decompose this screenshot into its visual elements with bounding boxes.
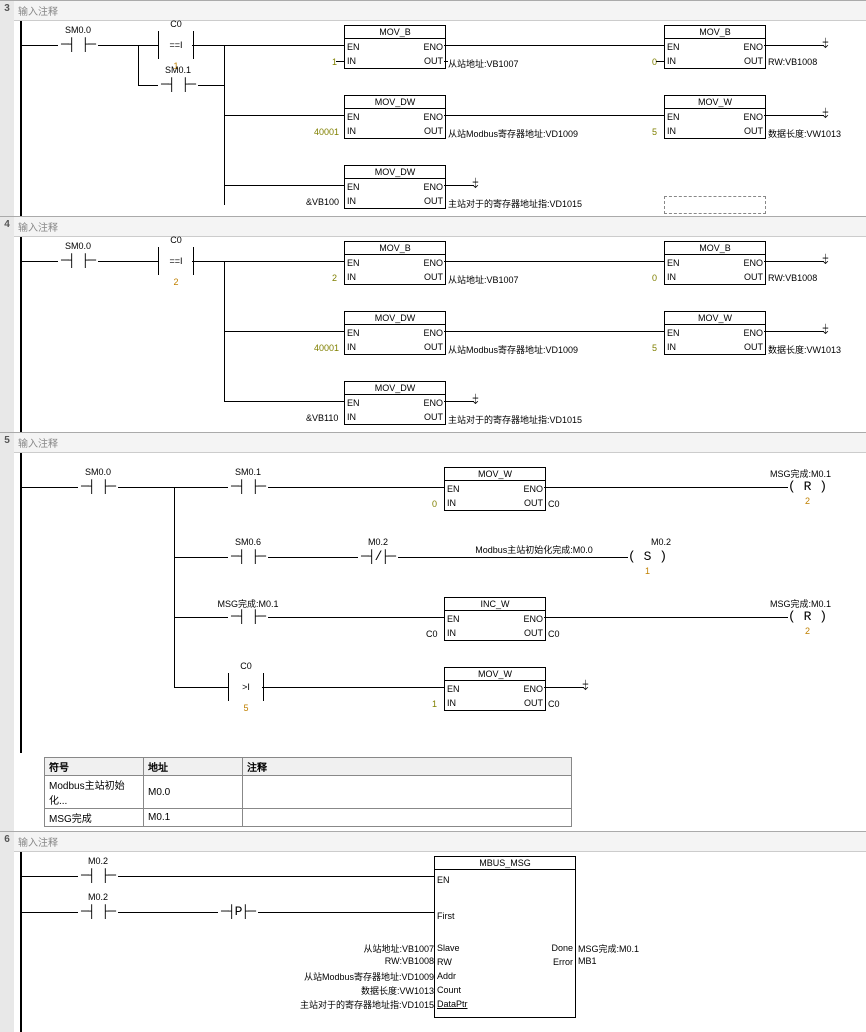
terminator-icon: ⤈ [472,176,478,192]
fbox-mov-b-2b[interactable]: MOV_B EN ENO IN OUT [664,241,766,285]
contact-sm06[interactable]: SM0.6 ─┤ ├─ [228,549,268,567]
network-comment[interactable]: 输入注释 [14,217,866,237]
network-number: 3 [0,1,14,216]
contact-m02-nc[interactable]: M0.2 ─┤/├─ [358,549,398,567]
network-number: 4 [0,217,14,432]
network-comment[interactable]: 输入注释 [14,433,866,453]
fbox-mov-dw-2c[interactable]: MOV_DW EN ENO IN OUT [344,381,446,425]
fbox-mov-b-1a[interactable]: MOV_B EN ENO IN OUT [344,25,446,69]
fbox-mov-w-2b[interactable]: MOV_W EN ENO IN OUT [664,311,766,355]
table-row: MSG完成 M0.1 [45,809,572,827]
contact-msg-done[interactable]: MSG完成:M0.1 ─┤ ├─ [228,609,268,627]
fbox-mov-w-5a[interactable]: MOV_W EN ENO IN OUT [444,467,546,511]
terminator-icon: ⤈ [822,106,828,122]
network-comment[interactable]: 输入注释 [14,832,866,852]
contact-m02-b[interactable]: M0.2 ─┤ ├─ [78,904,118,922]
terminator-icon: ⤈ [822,36,828,52]
symbol-table: 符号 地址 注释 Modbus主站初始化... M0.0 MSG完成 M0.1 [44,757,572,827]
fbox-mov-w-1b[interactable]: MOV_W EN ENO IN OUT [664,95,766,139]
contact-sm01[interactable]: SM0.1 ─┤ ├─ [228,479,268,497]
contact-sm01[interactable]: SM0.1 ─┤ ├─ [158,77,198,95]
network-3: 3 输入注释 SM0.0 ─┤ ├─ C0 ==I 1 SM0.1 [0,0,866,216]
network-5: 5 输入注释 SM0.0 ─┤ ├─ SM0.1 ─┤ ├─ MOV_W EN … [0,432,866,831]
contact-sm00[interactable]: SM0.0 ─┤ ├─ [58,37,98,55]
compare-c0-eq-2[interactable]: C0 ==I 2 [158,247,194,275]
coil-set-m02[interactable]: M0.2 ( S ) 1 [628,549,667,564]
fbox-mov-dw-1a[interactable]: MOV_DW EN ENO IN OUT [344,95,446,139]
compare-c0-gt-5[interactable]: C0 >I 5 [228,673,264,701]
contact-sm00[interactable]: SM0.0 ─┤ ├─ [58,253,98,271]
terminator-icon: ⤈ [472,392,478,408]
table-row: Modbus主站初始化... M0.0 [45,776,572,809]
network-6: 6 输入注释 M0.2 ─┤ ├─ M0.2 ─┤ ├─ ─┤P├─ [0,831,866,1032]
placeholder-box [664,196,766,214]
fbox-mov-dw-2a[interactable]: MOV_DW EN ENO IN OUT [344,311,446,355]
compare-c0-eq-1[interactable]: C0 ==I 1 [158,31,194,59]
network-4: 4 输入注释 SM0.0 ─┤ ├─ C0 ==I 2 MOV_B EN ENO [0,216,866,432]
fbox-mov-b-1b[interactable]: MOV_B EN ENO IN OUT [664,25,766,69]
terminator-icon: ⤈ [822,252,828,268]
fbox-mov-w-5b[interactable]: MOV_W EN ENO IN OUT [444,667,546,711]
contact-m02-a[interactable]: M0.2 ─┤ ├─ [78,868,118,886]
fbox-mov-b-2a[interactable]: MOV_B EN ENO IN OUT [344,241,446,285]
network-comment[interactable]: 输入注释 [14,1,866,21]
terminator-icon: ⤈ [582,678,588,694]
terminator-icon: ⤈ [822,322,828,338]
network-number: 5 [0,433,14,831]
coil-reset-msg-2[interactable]: MSG完成:M0.1 ( R ) 2 [788,609,827,624]
fbox-inc-w[interactable]: INC_W EN ENO IN OUT [444,597,546,641]
fbox-mbus-msg[interactable]: MBUS_MSG EN First Slave RW Addr Count Da… [434,856,576,1018]
contact-pulse[interactable]: ─┤P├─ [218,904,258,922]
contact-sm00[interactable]: SM0.0 ─┤ ├─ [78,479,118,497]
fbox-mov-dw-1c[interactable]: MOV_DW EN ENO IN OUT [344,165,446,209]
coil-reset-msg[interactable]: MSG完成:M0.1 ( R ) 2 [788,479,827,494]
network-number: 6 [0,832,14,1032]
